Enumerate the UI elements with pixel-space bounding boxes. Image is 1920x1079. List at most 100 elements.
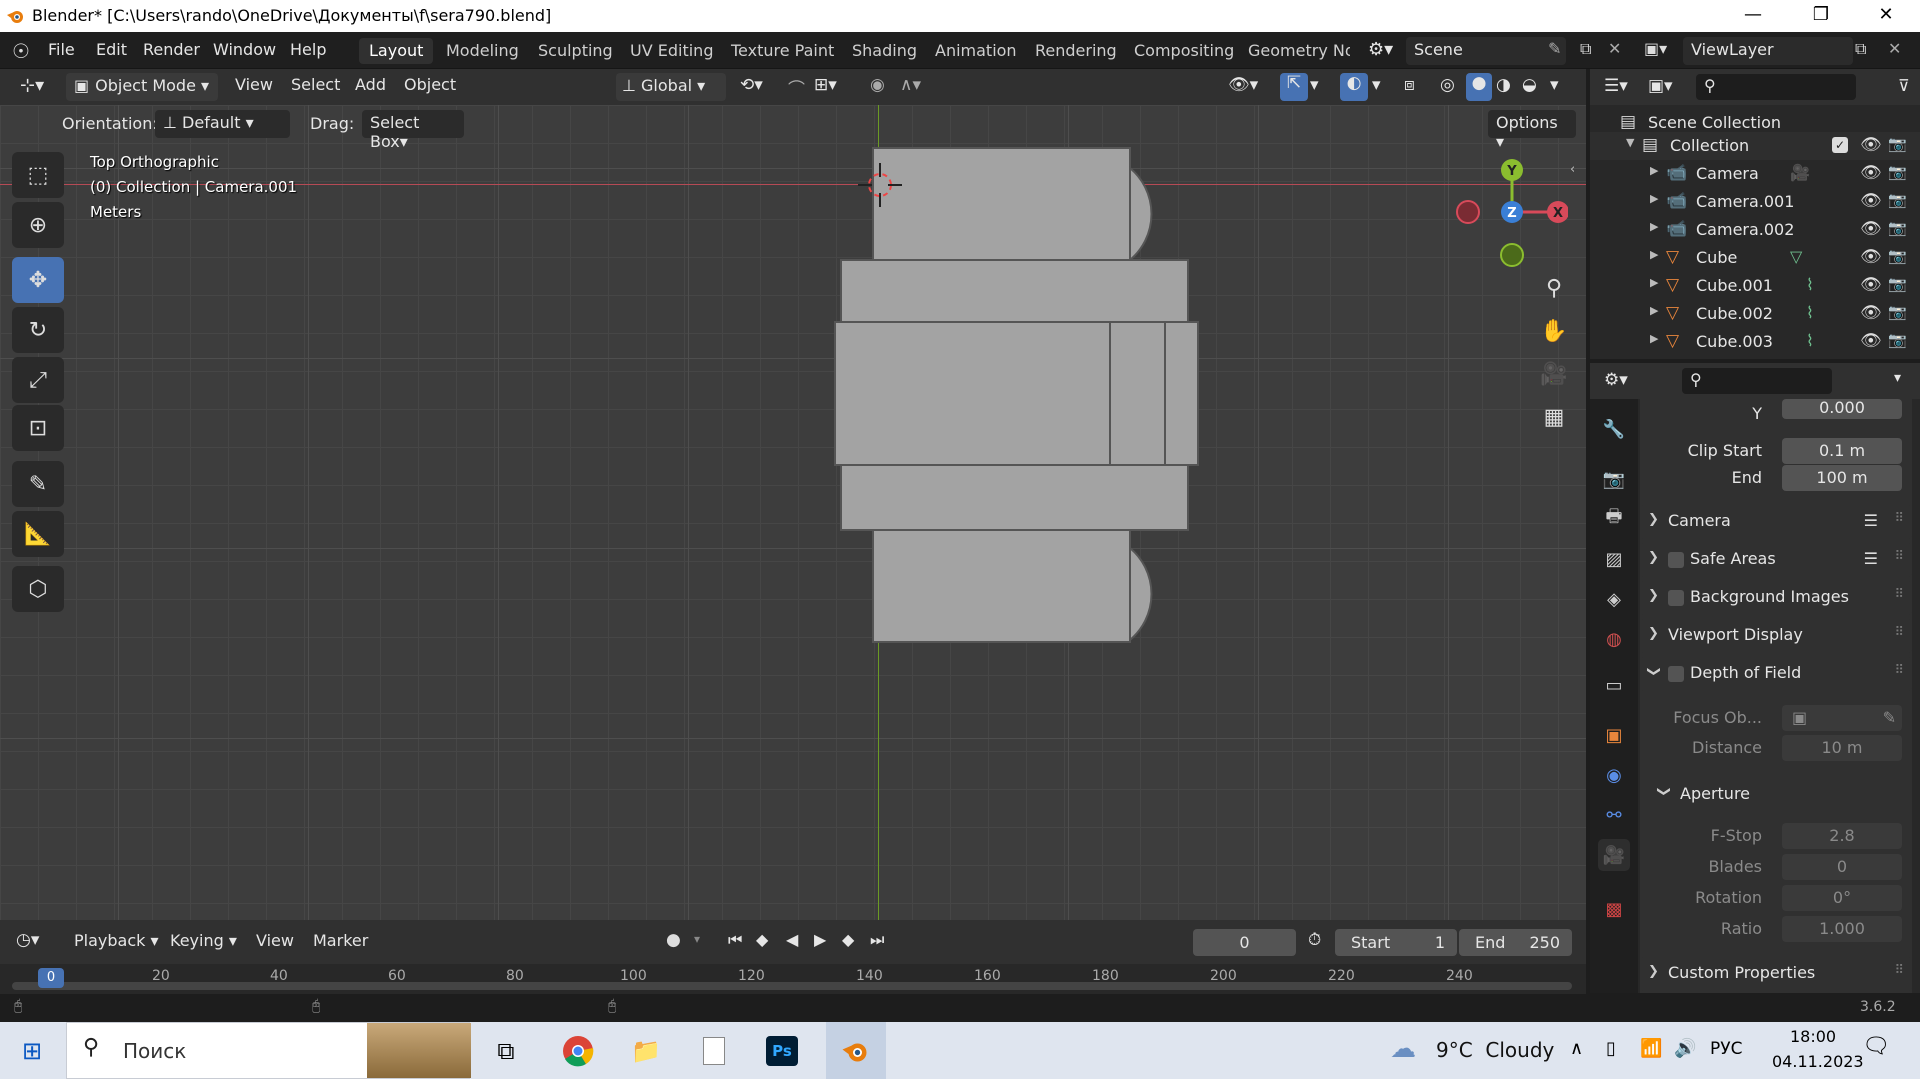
play-icon[interactable]: ▶ <box>814 930 826 949</box>
gizmo-menu-icon[interactable]: ▾ <box>1310 75 1319 95</box>
overlays-menu-icon[interactable]: ▾ <box>1372 75 1381 95</box>
safe-areas-checkbox[interactable] <box>1668 552 1684 568</box>
drag-handle-icon[interactable]: ⠿ <box>1894 663 1904 678</box>
tab-shading[interactable]: Shading <box>842 38 927 64</box>
navigation-gizmo[interactable]: Y Z X <box>1452 155 1568 271</box>
output-tab-icon[interactable]: 🖶 <box>1598 503 1630 535</box>
fstop-field[interactable]: 2.8 <box>1782 823 1902 849</box>
collection-tab-icon[interactable]: ▭ <box>1598 669 1630 701</box>
background-images-checkbox[interactable] <box>1668 590 1684 606</box>
tab-uv-editing[interactable]: UV Editing <box>620 38 723 64</box>
menu-timeline-view[interactable]: View <box>256 931 294 950</box>
texture-tab-icon[interactable]: ▩ <box>1598 893 1630 925</box>
panel-depth-of-field[interactable]: ❯ Depth of Field ⠿ <box>1640 657 1912 691</box>
visibility-eye-icon[interactable]: 👁 <box>1860 191 1882 211</box>
snap-toggle-icon[interactable]: ⌒ <box>788 75 805 100</box>
timeline-editor-type-icon[interactable]: ◷▾ <box>16 930 39 950</box>
visibility-eye-icon[interactable]: 👁 <box>1860 303 1882 323</box>
focus-object-field[interactable]: ▣ ✎ <box>1782 705 1902 731</box>
scale-tool[interactable]: ⤢ <box>12 357 64 403</box>
expand-arrow-icon[interactable]: ▶ <box>1650 332 1658 345</box>
properties-editor-type-icon[interactable]: ⚙▾ <box>1604 370 1628 390</box>
play-reverse-icon[interactable]: ◀ <box>786 930 798 949</box>
expand-arrow-icon[interactable]: ▶ <box>1650 304 1658 317</box>
clock-time[interactable]: 18:00 <box>1790 1027 1836 1046</box>
wireframe-shading-icon[interactable]: ◎ <box>1440 75 1455 95</box>
outliner-item[interactable]: ▶ 📹 Camera.001 👁 📷 <box>1590 188 1920 216</box>
file-explorer-icon[interactable]: 📁 <box>620 1030 672 1072</box>
blades-field[interactable]: 0 <box>1782 854 1902 880</box>
outliner-search-input[interactable]: ⚲ <box>1696 74 1856 100</box>
maximize-button[interactable]: ❐ <box>1790 0 1852 32</box>
render-toggle-icon[interactable]: 📷 <box>1888 275 1907 293</box>
modifier-icon[interactable]: ⌇ <box>1806 275 1814 294</box>
record-keyframe-icon[interactable]: ● <box>666 930 681 950</box>
mesh-data-icon[interactable]: ▽ <box>1790 247 1802 266</box>
wifi-icon[interactable]: 📶 <box>1640 1038 1662 1059</box>
language-indicator[interactable]: РУС <box>1710 1039 1742 1059</box>
drag-handle-icon[interactable]: ⠿ <box>1894 587 1904 602</box>
outliner-item[interactable]: ▶ ▽ Cube.001 ⌇ 👁 📷 <box>1590 272 1920 300</box>
panel-camera[interactable]: ❯ Camera ☰ ⠿ <box>1640 505 1912 539</box>
add-cube-tool[interactable]: ⬡ <box>12 566 64 612</box>
render-toggle-icon[interactable]: 📷 <box>1888 331 1907 349</box>
properties-search-input[interactable]: ⚲ <box>1682 368 1832 394</box>
menu-keying[interactable]: Keying ▾ <box>170 931 237 950</box>
start-frame-field[interactable]: Start 1 <box>1335 929 1457 956</box>
proportional-editing-icon[interactable]: ◉ <box>870 75 885 95</box>
outliner-item[interactable]: ▶ ▽ Cube.002 ⌇ 👁 📷 <box>1590 300 1920 328</box>
world-tab-icon[interactable]: ◍ <box>1598 623 1630 655</box>
annotate-tool[interactable]: ✎ <box>12 461 64 507</box>
visibility-eye-icon[interactable]: 👁 <box>1860 331 1882 351</box>
outliner-item[interactable]: ▶ ▽ Cube ▽ 👁 📷 <box>1590 244 1920 272</box>
new-view-layer-icon[interactable]: ⧉ <box>1855 39 1866 59</box>
scene-name-field[interactable]: Scene <box>1406 37 1566 65</box>
orientation-dropdown[interactable]: ⊥ Default ▾ <box>155 110 290 138</box>
tool-tab-icon[interactable]: 🔧 <box>1598 413 1630 445</box>
render-toggle-icon[interactable]: 📷 <box>1888 303 1907 321</box>
visibility-eye-icon[interactable]: 👁 <box>1860 163 1882 183</box>
object-tab-icon[interactable]: ▣ <box>1598 719 1630 751</box>
measure-tool[interactable]: 📐 <box>12 511 64 557</box>
device-icon[interactable]: ▯ <box>1606 1038 1616 1059</box>
auto-keying-menu-icon[interactable]: ▾ <box>694 932 700 946</box>
panel-safe-areas[interactable]: ❯ Safe Areas ☰ ⠿ <box>1640 543 1912 577</box>
scene-tab-icon[interactable]: ◈ <box>1598 583 1630 615</box>
chrome-icon[interactable] <box>552 1030 604 1072</box>
tab-layout[interactable]: Layout <box>359 38 434 64</box>
menu-object[interactable]: Object <box>404 75 456 94</box>
visibility-eye-icon[interactable]: 👁 <box>1860 219 1882 239</box>
visibility-eye-icon[interactable]: 👁 <box>1860 135 1882 155</box>
visibility-icon[interactable]: 👁▾ <box>1228 75 1258 95</box>
weather-cloud-icon[interactable]: ☁ <box>1390 1034 1416 1064</box>
gizmo-neg-y[interactable] <box>1500 243 1524 267</box>
render-toggle-icon[interactable]: 📷 <box>1888 135 1907 153</box>
select-box-tool[interactable]: ⬚ <box>12 152 64 198</box>
playhead[interactable]: 0 <box>38 968 64 988</box>
falloff-icon[interactable]: ∧▾ <box>900 75 921 95</box>
delete-scene-icon[interactable]: ✕ <box>1608 39 1621 58</box>
material-preview-icon[interactable]: ◑ <box>1496 75 1511 95</box>
drag-handle-icon[interactable]: ⠿ <box>1894 625 1904 640</box>
outliner-item[interactable]: ▶ 📹 Camera 🎥 👁 📷 <box>1590 160 1920 188</box>
view-layer-tab-icon[interactable]: ▨ <box>1598 543 1630 575</box>
preset-list-icon[interactable]: ☰ <box>1864 549 1878 568</box>
delete-view-layer-icon[interactable]: ✕ <box>1888 39 1901 58</box>
drag-handle-icon[interactable]: ⠿ <box>1894 963 1904 978</box>
tab-modeling[interactable]: Modeling <box>436 38 529 64</box>
task-view-icon[interactable]: ⧉ <box>480 1030 532 1072</box>
rendered-shading-icon[interactable]: ◒ <box>1522 75 1537 95</box>
expand-arrow-icon[interactable]: ▶ <box>1650 276 1658 289</box>
physics-tab-icon[interactable]: ◉ <box>1598 759 1630 791</box>
editor-type-icon[interactable]: ⊹▾ <box>20 75 44 96</box>
expand-arrow-icon[interactable]: ▶ <box>1650 248 1658 261</box>
volume-icon[interactable]: 🔊 <box>1674 1038 1696 1059</box>
transform-orientation-dropdown[interactable]: ⊥ Global ▾ <box>616 73 726 101</box>
preset-list-icon[interactable]: ☰ <box>1864 511 1878 530</box>
constraints-tab-icon[interactable]: ⚯ <box>1598 799 1630 831</box>
drag-handle-icon[interactable]: ⠿ <box>1894 511 1904 526</box>
rotate-tool[interactable]: ↻ <box>12 307 64 353</box>
ratio-field[interactable]: 1.000 <box>1782 916 1902 942</box>
scene-selector-icon[interactable]: ⚙▾ <box>1368 39 1393 60</box>
gizmo-toggle-icon[interactable]: ⇱ <box>1280 73 1308 101</box>
